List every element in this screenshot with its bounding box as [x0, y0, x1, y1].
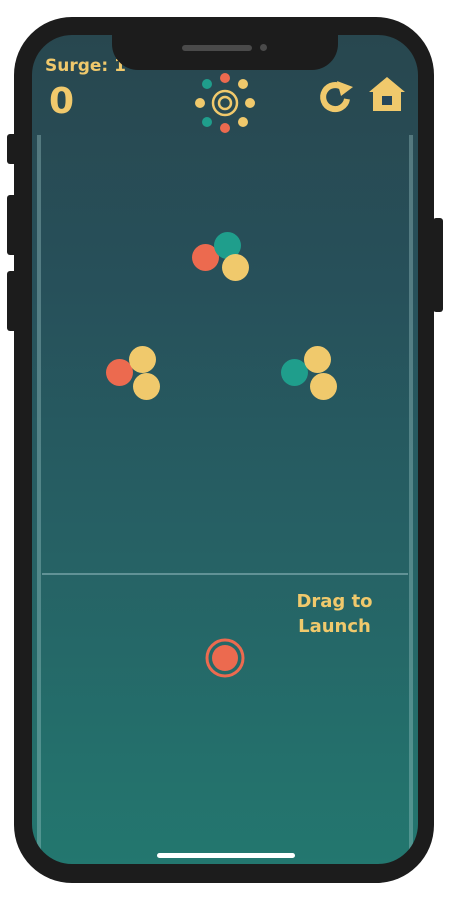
spinner-ring: [211, 89, 239, 117]
spinner-dot: [202, 79, 212, 89]
yellow-ball: [222, 254, 249, 281]
drag-to-launch-hint: Drag to Launch: [282, 589, 387, 639]
spinner-core: [217, 95, 233, 111]
spinner-dot: [238, 117, 248, 127]
surge-label: Surge: 1: [45, 56, 126, 76]
left-rail: [37, 135, 41, 864]
home-indicator-bar[interactable]: [157, 853, 295, 858]
score-value: 0: [49, 81, 75, 122]
hint-line-1: Drag to: [296, 591, 373, 612]
spinner-dot: [245, 98, 255, 108]
game-screen[interactable]: Surge: 1 0 Drag to Launch: [32, 35, 418, 864]
launch-zone-boundary: [42, 573, 408, 575]
spinner-icon: [195, 73, 255, 133]
speaker-grille: [182, 45, 252, 51]
spinner-dot: [202, 117, 212, 127]
ball-cluster: [106, 346, 166, 400]
power-button: [433, 218, 443, 312]
spinner-dot: [195, 98, 205, 108]
restart-icon[interactable]: [317, 78, 355, 114]
spinner-dot: [238, 79, 248, 89]
front-camera: [260, 44, 267, 51]
spinner-dot: [220, 123, 230, 133]
right-rail: [409, 135, 413, 864]
hint-line-2: Launch: [298, 616, 371, 637]
yellow-ball: [133, 373, 160, 400]
yellow-ball: [304, 346, 331, 373]
notch: [112, 17, 338, 70]
ball-cluster: [281, 346, 341, 402]
ball-cluster: [192, 232, 252, 284]
home-icon[interactable]: [368, 75, 406, 113]
yellow-ball: [310, 373, 337, 400]
launcher-ball[interactable]: [204, 637, 246, 679]
spinner-dot: [220, 73, 230, 83]
yellow-ball: [129, 346, 156, 373]
